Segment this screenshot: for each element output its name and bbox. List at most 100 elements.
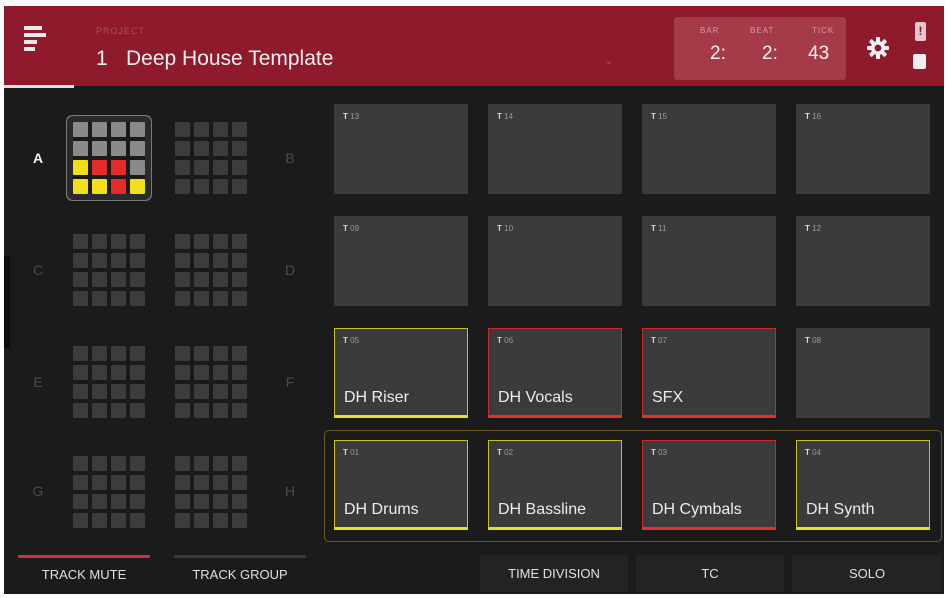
bank-pad-cell — [232, 494, 247, 509]
bank-pad-cell — [73, 384, 88, 399]
bank-pad-cell — [130, 475, 145, 490]
bank-pad-cell — [73, 291, 88, 306]
bank-a-grid[interactable] — [73, 122, 145, 194]
track-pad-10[interactable]: T 10 — [488, 216, 622, 306]
bank-pad-cell — [194, 272, 209, 287]
bank-e-grid[interactable] — [73, 346, 145, 418]
project-number[interactable]: 1 — [96, 47, 108, 71]
bank-d-grid[interactable] — [175, 234, 247, 306]
header-bar: PROJECT 1 Deep House Template ⌄ BAR BEAT… — [4, 6, 944, 86]
bank-pad-cell — [111, 160, 126, 175]
track-mute-tab[interactable]: TRACK MUTE — [18, 555, 150, 594]
track-pad-04[interactable]: T 04 DH Synth — [796, 440, 930, 530]
bank-pad-cell — [213, 456, 228, 471]
bank-pad-cell — [73, 141, 88, 156]
track-pad-16[interactable]: T 16 — [796, 104, 930, 194]
alert-icon[interactable]: ! — [915, 22, 926, 41]
track-prefix: T — [497, 224, 502, 233]
track-number: T 01 — [343, 448, 359, 457]
bank-b-letter[interactable]: B — [280, 150, 300, 166]
bank-e-letter[interactable]: E — [28, 374, 48, 390]
beat-value[interactable]: 2: — [762, 43, 778, 65]
track-number: T 05 — [343, 336, 359, 345]
track-pad-11[interactable]: T 11 — [642, 216, 776, 306]
bank-h-letter[interactable]: H — [280, 483, 300, 499]
bank-pad-cell — [130, 456, 145, 471]
bank-pad-cell — [130, 272, 145, 287]
chip-icon[interactable] — [913, 54, 926, 69]
side-strip — [4, 256, 10, 348]
tc-button[interactable]: TC — [636, 555, 784, 592]
bank-pad-cell — [92, 403, 107, 418]
bank-pad-cell — [194, 253, 209, 268]
bank-pad-cell — [175, 346, 190, 361]
track-pad-08[interactable]: T 08 — [796, 328, 930, 418]
bank-pad-cell — [232, 456, 247, 471]
menu-icon[interactable] — [24, 26, 46, 52]
position-counter[interactable]: BAR BEAT TICK 2: 2: 43 — [674, 17, 846, 80]
bank-pad-cell — [73, 253, 88, 268]
bank-c-letter[interactable]: C — [28, 262, 48, 278]
tab-indicator — [4, 85, 74, 88]
bank-d-letter[interactable]: D — [280, 262, 300, 278]
bank-pad-cell — [92, 160, 107, 175]
track-name: DH Bassline — [498, 501, 587, 518]
track-num-value: 11 — [658, 224, 667, 233]
project-name[interactable]: Deep House Template — [126, 47, 333, 71]
bank-pad-cell — [232, 291, 247, 306]
bank-pad-cell — [111, 494, 126, 509]
bank-pad-cell — [73, 234, 88, 249]
bank-pad-cell — [213, 365, 228, 380]
track-prefix: T — [497, 336, 502, 345]
bank-pad-cell — [213, 234, 228, 249]
track-num-value: 14 — [504, 112, 514, 121]
bank-pad-cell — [175, 179, 190, 194]
bank-pad-cell — [111, 384, 126, 399]
bank-pad-cell — [111, 234, 126, 249]
bank-pad-cell — [175, 122, 190, 137]
bank-f-grid[interactable] — [175, 346, 247, 418]
track-num-value: 05 — [350, 336, 360, 345]
solo-button[interactable]: SOLO — [792, 555, 942, 592]
bar-value[interactable]: 2: — [710, 43, 726, 65]
chevron-down-icon[interactable]: ⌄ — [604, 54, 613, 67]
track-pad-12[interactable]: T 12 — [796, 216, 930, 306]
bank-pad-cell — [194, 160, 209, 175]
gear-icon[interactable] — [866, 36, 890, 60]
track-pad-13[interactable]: T 13 — [334, 104, 468, 194]
track-pad-05[interactable]: T 05 DH Riser — [334, 328, 468, 418]
bank-g-letter[interactable]: G — [28, 483, 48, 499]
bank-pad-cell — [213, 160, 228, 175]
track-prefix: T — [343, 448, 348, 457]
tick-value[interactable]: 43 — [808, 43, 829, 65]
bank-pad-cell — [194, 384, 209, 399]
track-pad-14[interactable]: T 14 — [488, 104, 622, 194]
bank-pad-cell — [213, 291, 228, 306]
track-mute-indicator — [18, 555, 150, 558]
bank-pad-cell — [194, 122, 209, 137]
bank-pad-cell — [194, 513, 209, 528]
track-pad-09[interactable]: T 09 — [334, 216, 468, 306]
bank-a-letter[interactable]: A — [28, 150, 48, 166]
track-pad-01[interactable]: T 01 DH Drums — [334, 440, 468, 530]
bank-pad-cell — [92, 384, 107, 399]
track-num-value: 10 — [504, 224, 514, 233]
bank-f-letter[interactable]: F — [280, 374, 300, 390]
bank-pad-cell — [194, 403, 209, 418]
bank-pad-cell — [232, 160, 247, 175]
bank-g-grid[interactable] — [73, 456, 145, 528]
bank-pad-cell — [92, 365, 107, 380]
bank-pad-cell — [130, 513, 145, 528]
track-pad-02[interactable]: T 02 DH Bassline — [488, 440, 622, 530]
track-pad-07[interactable]: T 07 SFX — [642, 328, 776, 418]
bank-c-grid[interactable] — [73, 234, 145, 306]
bank-b-grid[interactable] — [175, 122, 247, 194]
track-group-tab[interactable]: TRACK GROUP — [174, 555, 306, 594]
bank-h-grid[interactable] — [175, 456, 247, 528]
track-pad-06[interactable]: T 06 DH Vocals — [488, 328, 622, 418]
track-pad-15[interactable]: T 15 — [642, 104, 776, 194]
bank-pad-cell — [175, 291, 190, 306]
time-division-button[interactable]: TIME DIVISION — [480, 555, 628, 592]
bank-pad-cell — [130, 291, 145, 306]
track-pad-03[interactable]: T 03 DH Cymbals — [642, 440, 776, 530]
